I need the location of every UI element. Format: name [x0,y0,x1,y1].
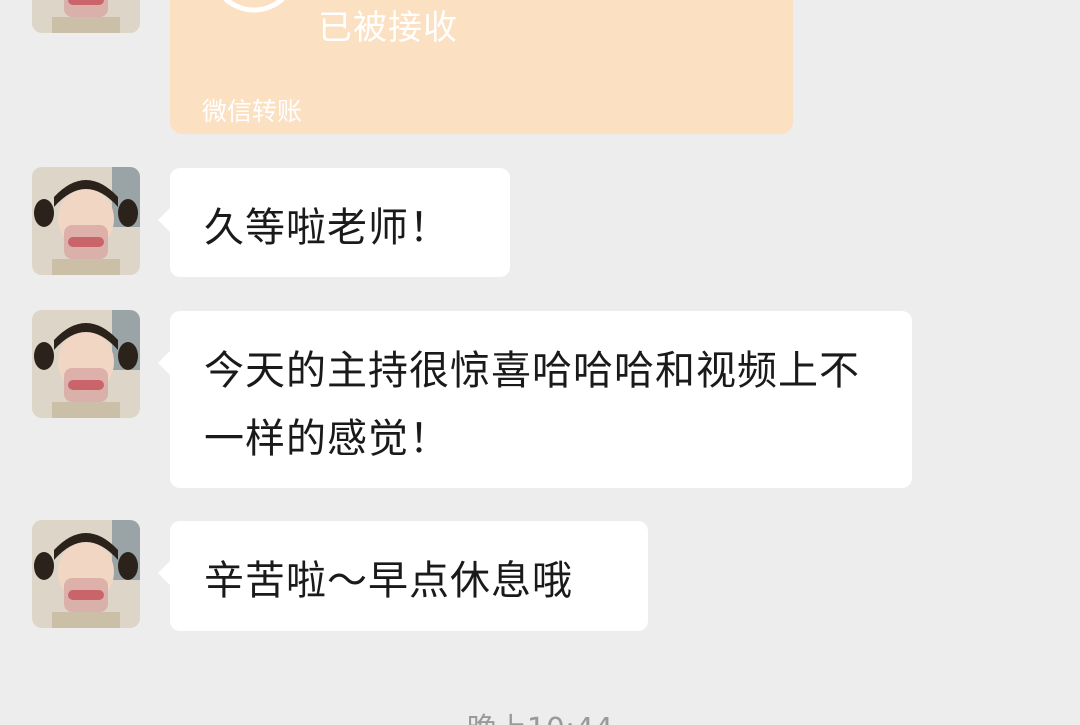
transfer-card[interactable]: 已被接收 微信转账 [170,0,793,134]
checkmark-circle-icon [223,0,285,13]
chat-timestamp: 晚上10:44 [0,704,1080,725]
avatar-image [32,0,140,33]
chat-view: 已被接收 微信转账 久等啦老师！ 今天的主持很惊喜哈哈哈和视频上不一样的感觉！ … [0,0,1080,725]
avatar-image [32,167,140,275]
contact-avatar[interactable] [32,167,140,275]
transfer-status: 已被接收 [318,8,458,48]
message-bubble[interactable]: 今天的主持很惊喜哈哈哈和视频上不一样的感觉！ [158,311,912,488]
message-bubble[interactable]: 久等啦老师！ [158,168,510,277]
message-text: 久等啦老师！ [204,205,450,251]
avatar-image [32,520,140,628]
message-text: 辛苦啦～早点休息哦 [204,558,573,604]
transfer-source-label: 微信转账 [202,97,303,126]
contact-avatar[interactable] [32,310,140,418]
contact-avatar[interactable] [32,0,140,33]
avatar-image [32,310,140,418]
message-bubble[interactable]: 辛苦啦～早点休息哦 [158,521,648,631]
contact-avatar[interactable] [32,520,140,628]
message-text: 今天的主持很惊喜哈哈哈和视频上不一样的感觉！ [204,348,860,462]
